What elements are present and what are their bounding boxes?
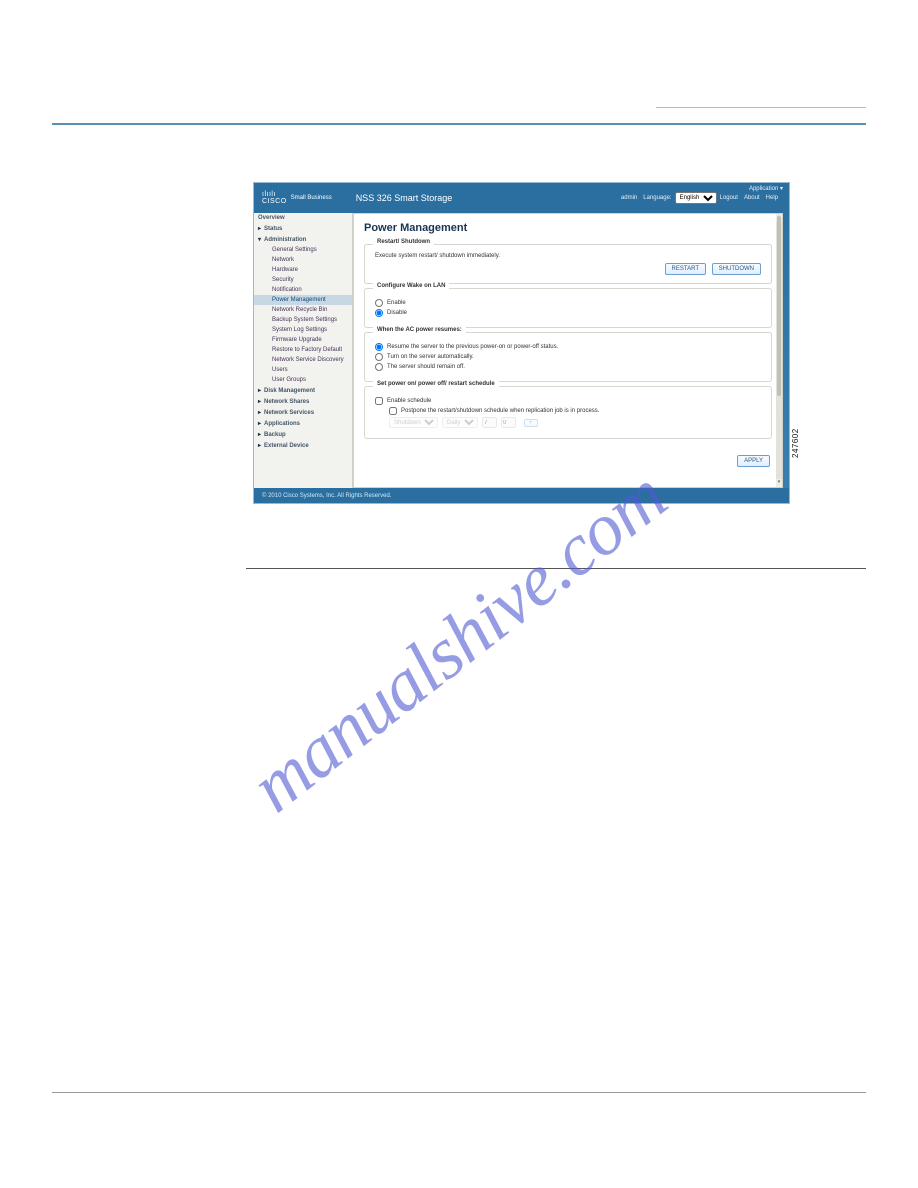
user-label: admin	[621, 195, 637, 201]
sidebar-item-net-svc[interactable]: ▸Network Services	[254, 407, 352, 418]
cisco-logo-icon: ılıılıCISCO	[262, 191, 287, 205]
scroll-down-icon[interactable]: ▾	[776, 479, 782, 487]
sidebar-item-restore-default[interactable]: Restore to Factory Default	[254, 345, 352, 355]
product-title: NSS 326 Smart Storage	[356, 193, 453, 203]
admin-screenshot: Application ▾ ılıılıCISCO Small Business…	[253, 182, 790, 504]
schedule-action-select[interactable]: Shutdown	[389, 417, 438, 428]
ac-resume-label: Resume the server to the previous power-…	[387, 344, 558, 350]
apply-button[interactable]: APPLY	[737, 455, 770, 467]
sidebar-item-hardware[interactable]: Hardware	[254, 265, 352, 275]
sidebar-item-external-device[interactable]: ▸External Device	[254, 440, 352, 451]
sidebar-item-power-management[interactable]: Power Management	[254, 295, 352, 305]
sidebar-item-backup-system[interactable]: Backup System Settings	[254, 315, 352, 325]
sidebar-item-applications[interactable]: ▸Applications	[254, 418, 352, 429]
restart-fieldset: Restart/ Shutdown Execute system restart…	[364, 244, 772, 284]
brand-small: Small Business	[291, 195, 332, 201]
schedule-legend: Set power on/ power off/ restart schedul…	[373, 381, 499, 387]
sidebar-item-administration[interactable]: ▾Administration	[254, 234, 352, 245]
watermark: manualshive.com	[235, 454, 682, 829]
sidebar-item-net-shares[interactable]: ▸Network Shares	[254, 396, 352, 407]
schedule-freq-select[interactable]: Daily	[442, 417, 478, 428]
sidebar: Overview ▸Status ▾Administration General…	[254, 213, 353, 488]
footer-copyright: © 2010 Cisco Systems, Inc. All Rights Re…	[254, 488, 789, 503]
app-header: ılıılıCISCO Small Business NSS 326 Smart…	[254, 183, 789, 213]
wol-enable-radio[interactable]	[375, 299, 383, 307]
schedule-enable-checkbox[interactable]	[375, 397, 383, 405]
sidebar-item-general-settings[interactable]: General Settings	[254, 245, 352, 255]
logout-link[interactable]: Logout	[720, 195, 738, 201]
schedule-enable-label: Enable schedule	[387, 398, 431, 404]
sidebar-item-notification[interactable]: Notification	[254, 285, 352, 295]
scrollbar[interactable]: ▴ ▾	[776, 214, 782, 487]
schedule-postpone-label: Postpone the restart/shutdown schedule w…	[401, 408, 599, 414]
sidebar-item-network[interactable]: Network	[254, 255, 352, 265]
sidebar-item-users[interactable]: Users	[254, 365, 352, 375]
restart-button[interactable]: RESTART	[665, 263, 706, 275]
ac-turnon-radio[interactable]	[375, 353, 383, 361]
schedule-add-button[interactable]: +	[524, 419, 538, 427]
application-menu[interactable]: Application ▾	[749, 185, 783, 192]
image-id: 247602	[791, 428, 800, 458]
schedule-hour-input[interactable]	[482, 417, 497, 428]
scroll-thumb[interactable]	[777, 216, 781, 396]
sidebar-item-overview[interactable]: Overview	[254, 213, 352, 223]
procedure-rule	[246, 568, 866, 569]
wol-legend: Configure Wake on LAN	[373, 283, 449, 289]
sidebar-item-recycle-bin[interactable]: Network Recycle Bin	[254, 305, 352, 315]
wol-fieldset: Configure Wake on LAN Enable Disable	[364, 288, 772, 328]
schedule-fieldset: Set power on/ power off/ restart schedul…	[364, 386, 772, 439]
top-rule	[52, 123, 866, 125]
sidebar-item-backup[interactable]: ▸Backup	[254, 429, 352, 440]
about-link[interactable]: About	[744, 195, 760, 201]
sidebar-item-syslog[interactable]: System Log Settings	[254, 325, 352, 335]
restart-legend: Restart/ Shutdown	[373, 239, 434, 245]
ac-resume-radio[interactable]	[375, 343, 383, 351]
wol-disable-label: Disable	[387, 310, 407, 316]
schedule-min-input[interactable]	[501, 417, 516, 428]
schedule-postpone-checkbox[interactable]	[389, 407, 397, 415]
sidebar-item-firmware[interactable]: Firmware Upgrade	[254, 335, 352, 345]
page-title: Power Management	[354, 214, 782, 240]
shutdown-button[interactable]: SHUTDOWN	[712, 263, 761, 275]
top-inset-rule	[656, 107, 866, 108]
sidebar-item-security[interactable]: Security	[254, 275, 352, 285]
ac-fieldset: When the AC power resumes: Resume the se…	[364, 332, 772, 382]
ac-off-label: The server should remain off.	[387, 364, 465, 370]
language-select[interactable]: English	[675, 192, 717, 204]
sidebar-item-status[interactable]: ▸Status	[254, 223, 352, 234]
wol-enable-label: Enable	[387, 300, 406, 306]
language-label: Language:	[643, 195, 671, 201]
restart-text: Execute system restart/ shutdown immedia…	[375, 253, 761, 259]
sidebar-item-user-groups[interactable]: User Groups	[254, 375, 352, 385]
sidebar-item-disk-mgmt[interactable]: ▸Disk Management	[254, 385, 352, 396]
bottom-rule	[52, 1092, 866, 1093]
ac-legend: When the AC power resumes:	[373, 327, 466, 333]
ac-turnon-label: Turn on the server automatically.	[387, 354, 474, 360]
ac-off-radio[interactable]	[375, 363, 383, 371]
wol-disable-radio[interactable]	[375, 309, 383, 317]
help-link[interactable]: Help	[766, 195, 778, 201]
sidebar-item-svc-discovery[interactable]: Network Service Discovery	[254, 355, 352, 365]
main-panel: ▴ ▾ Power Management Restart/ Shutdown E…	[353, 213, 783, 488]
